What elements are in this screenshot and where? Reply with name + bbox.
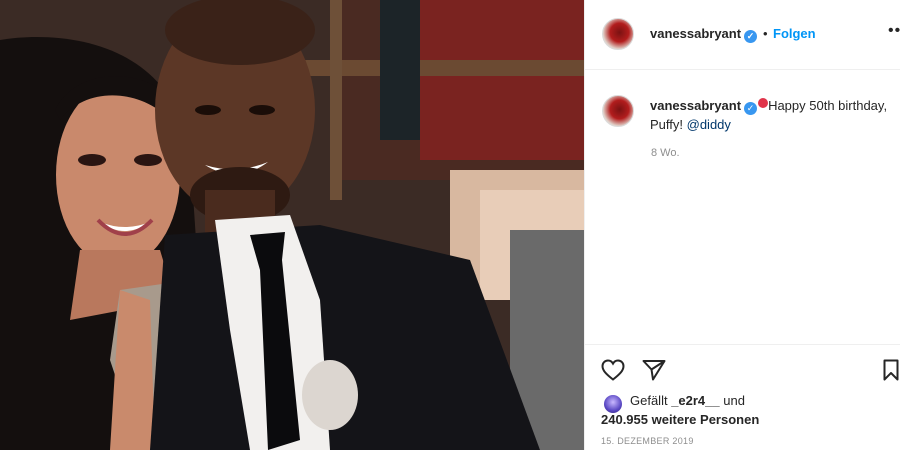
post-photo[interactable] [0, 0, 584, 450]
post-header: vanessabryant✓ • Folgen ••• [585, 0, 900, 70]
likes-prefix: Gefällt [630, 393, 672, 408]
post-actions: Gefällt _e2r4__ und 240.955 weitere Pers… [585, 344, 900, 450]
balloon-emoji-icon [758, 98, 769, 108]
liker-username[interactable]: _e2r4__ [671, 393, 719, 408]
header-username-text[interactable]: vanessabryant [650, 26, 741, 41]
post-side-panel: vanessabryant✓ • Folgen ••• vanessabryan… [584, 0, 900, 450]
photo-illustration [0, 0, 584, 450]
paper-plane-icon[interactable] [642, 359, 666, 386]
verified-badge-icon: ✓ [744, 102, 758, 115]
likes-and: und [719, 393, 745, 408]
caption-username[interactable]: vanessabryant [650, 98, 741, 113]
likes-count[interactable]: 240.955 weitere Personen [601, 412, 759, 427]
caption-mention-link[interactable]: @diddy [687, 117, 731, 132]
separator-dot: • [763, 26, 768, 41]
verified-badge-icon: ✓ [744, 30, 758, 43]
likes-line-1: Gefällt _e2r4__ und [630, 393, 745, 408]
caption-avatar[interactable] [602, 95, 634, 127]
more-options-icon[interactable]: ••• [888, 22, 900, 40]
post-date: 15. DEZEMBER 2019 [601, 436, 694, 446]
header-username[interactable]: vanessabryant ✓ [650, 26, 758, 43]
follow-button[interactable]: Folgen [773, 26, 816, 41]
caption-timestamp[interactable]: 8 Wo. [651, 147, 680, 159]
heart-icon[interactable] [601, 359, 625, 386]
profile-avatar[interactable] [602, 18, 634, 50]
bookmark-icon[interactable] [883, 359, 899, 386]
caption-text: vanessabryant ✓ Happy 50th birthday, Puffy… [650, 96, 890, 134]
liker-avatar[interactable] [604, 395, 622, 413]
